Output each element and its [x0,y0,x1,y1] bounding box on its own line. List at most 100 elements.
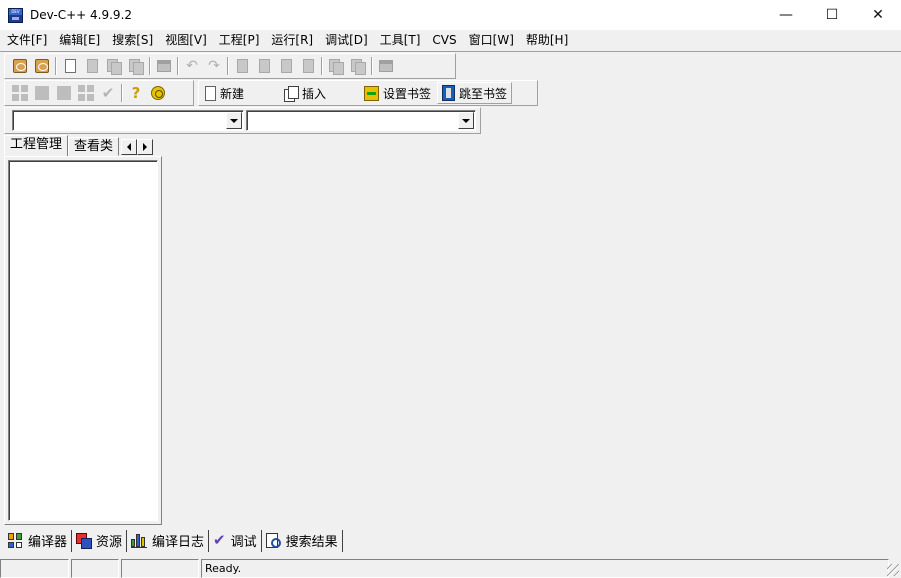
set-bookmark-button[interactable]: 设置书签 [360,82,435,104]
undo-icon: ↶ [186,58,198,74]
tab-resources-label: 资源 [96,535,123,550]
find-next-icon [280,59,292,73]
main-toolbar: ↶ ↷ [4,53,456,79]
menu-search[interactable]: 搜索[S] [106,30,159,50]
left-panel-tabs: 工程管理 查看类 [4,135,154,156]
set-bookmark-icon [364,85,380,101]
find-icon [236,59,248,73]
replace-button[interactable] [253,56,275,76]
open-file-icon [35,59,49,73]
menu-edit[interactable]: 编辑[E] [53,30,106,50]
toolbar-separator [121,84,123,102]
goto-bookmark-icon [442,85,456,101]
save-button[interactable] [81,56,103,76]
tab-compile-log-label: 编译日志 [152,535,205,550]
status-message: Ready. [201,559,889,578]
tab-scroll-buttons [121,139,154,155]
tab-classes[interactable]: 查看类 [68,137,120,156]
remove-from-project-button[interactable] [347,56,369,76]
compile-log-icon [131,533,148,548]
menu-bar: 文件[F] 编辑[E] 搜索[S] 视图[V] 工程[P] 运行[R] 调试[D… [0,30,901,50]
run-icon [35,86,49,100]
set-bookmark-label: 设置书签 [383,86,432,101]
maximize-button[interactable]: ☐ [809,0,855,30]
menu-help[interactable]: 帮助[H] [520,30,574,50]
goto-bookmark-button[interactable]: 跳至书签 [437,82,513,104]
tab-scroll-left-button[interactable] [121,139,138,155]
special-toolbar: 新建 插入 设置书签 跳至书签 [198,80,538,106]
goto-bookmark-label: 跳至书签 [459,86,508,101]
class-combo[interactable] [12,110,244,131]
menu-project[interactable]: 工程[P] [213,30,266,50]
replace-icon [258,59,270,73]
tab-debug[interactable]: ✔ 调试 [209,529,262,552]
dev-cpp-app-icon [8,7,23,23]
about-button[interactable] [147,83,169,103]
redo-button[interactable]: ↷ [203,56,225,76]
close-file-icon [129,59,144,75]
help-icon: ? [131,83,141,102]
print-button[interactable] [153,56,175,76]
class-combo-dropdown-button[interactable] [226,112,242,129]
run-button[interactable] [31,83,53,103]
find-button[interactable] [231,56,253,76]
add-to-project-button[interactable] [325,56,347,76]
project-tree[interactable] [8,160,158,521]
about-icon [151,86,165,100]
minimize-button[interactable]: — [763,0,809,30]
function-combo-dropdown-button[interactable] [458,112,474,129]
open-file-button[interactable] [31,56,53,76]
tab-scroll-right-button[interactable] [137,139,154,155]
close-button[interactable]: ✕ [855,0,901,30]
tab-compiler[interactable]: 编译器 [4,529,73,552]
menu-file[interactable]: 文件[F] [1,30,53,50]
new-page-button[interactable] [59,56,81,76]
menu-window[interactable]: 窗口[W] [463,30,520,50]
insert-button[interactable]: 插入 [280,82,330,104]
open-project-button[interactable] [9,56,31,76]
menu-debug[interactable]: 调试[D] [319,30,374,50]
rebuild-all-button[interactable] [75,83,97,103]
compile-toolbar: ✔ ? [4,80,194,106]
compile-button[interactable] [9,83,31,103]
window-title: Dev-C++ 4.9.9.2 [30,8,133,22]
menu-run[interactable]: 运行[R] [265,30,319,50]
insert-icon [284,86,300,102]
debug-icon: ✔ [213,531,226,549]
tab-debug-label: 调试 [230,535,257,550]
menu-view[interactable]: 视图[V] [159,30,213,50]
tab-project[interactable]: 工程管理 [4,135,69,156]
status-cell-mode [71,559,119,578]
insert-label: 插入 [302,86,327,101]
debug-button[interactable]: ✔ [97,83,119,103]
tab-compile-log[interactable]: 编译日志 [127,529,210,552]
resources-icon [76,533,93,549]
undo-button[interactable]: ↶ [181,56,203,76]
toolbar-separator [55,57,57,75]
tab-resources[interactable]: 资源 [72,529,128,552]
menu-tools[interactable]: 工具[T] [374,30,427,50]
window-controls: — ☐ ✕ [763,0,901,30]
close-file-button[interactable] [125,56,147,76]
status-bar: Ready. [0,559,901,578]
new-button[interactable]: 新建 [201,82,248,104]
title-bar: Dev-C++ 4.9.9.2 — ☐ ✕ [0,0,901,30]
project-options-button[interactable] [375,56,397,76]
save-all-icon [107,59,122,75]
compile-run-button[interactable] [53,83,75,103]
compile-run-icon [57,86,71,100]
tab-find-results-label: 搜索结果 [285,535,338,550]
project-options-icon [379,60,393,72]
tab-find-results[interactable]: 搜索结果 [262,529,343,552]
redo-icon: ↷ [208,58,220,74]
debug-check-icon: ✔ [101,83,115,102]
save-all-button[interactable] [103,56,125,76]
goto-line-button[interactable] [297,56,319,76]
resize-grip-icon[interactable] [887,564,899,576]
menu-cvs[interactable]: CVS [426,30,462,50]
status-cell-position [0,559,69,578]
function-combo[interactable] [246,110,476,131]
help-button[interactable]: ? [125,83,147,103]
new-file-icon [205,85,216,101]
find-next-button[interactable] [275,56,297,76]
